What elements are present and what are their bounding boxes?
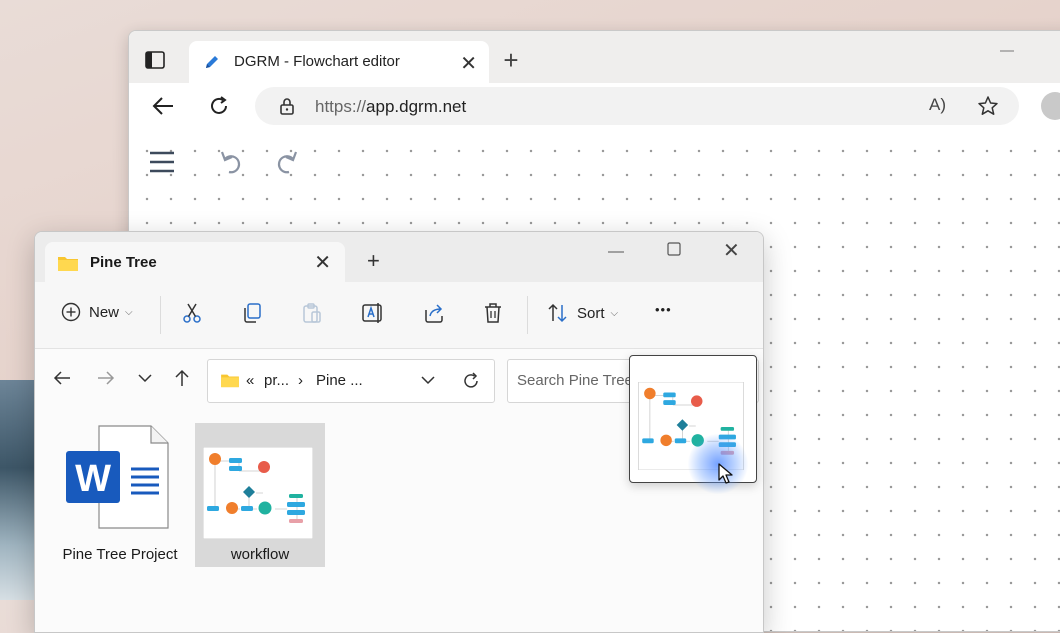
- lock-icon[interactable]: [279, 97, 295, 120]
- copy-button[interactable]: [241, 302, 263, 324]
- tab-actions-icon[interactable]: [145, 51, 167, 71]
- mouse-pointer-icon: [718, 463, 734, 490]
- recent-locations-chevron-icon[interactable]: [137, 369, 153, 392]
- close-window-button[interactable]: ✕: [723, 238, 740, 263]
- close-tab-button[interactable]: ✕: [314, 250, 331, 275]
- breadcrumb-separator: ›: [298, 372, 303, 389]
- share-icon: [425, 304, 443, 323]
- new-tab-button[interactable]: +: [367, 248, 380, 274]
- refresh-icon[interactable]: [461, 371, 481, 396]
- more-options-button[interactable]: •••: [655, 302, 672, 317]
- breadcrumb-segment-1[interactable]: pr...: [264, 372, 289, 389]
- sort-button[interactable]: Sort ⌵: [547, 302, 618, 324]
- breadcrumb[interactable]: « pr... › Pine ...: [207, 359, 495, 403]
- copy-icon: [244, 303, 261, 323]
- minimize-button[interactable]: [999, 41, 1015, 61]
- plus-circle-icon: [61, 302, 81, 322]
- browser-tab-dgrm[interactable]: DGRM - Flowchart editor ✕: [189, 41, 489, 83]
- favorite-star-icon[interactable]: [977, 95, 999, 122]
- breadcrumb-segment-2[interactable]: Pine ...: [316, 372, 363, 389]
- search-placeholder: Search Pine Tree: [517, 372, 633, 389]
- file-name: workflow: [230, 546, 290, 563]
- forward-arrow-icon[interactable]: [97, 369, 115, 392]
- browser-toolbar: https://app.dgrm.net A): [129, 83, 1060, 130]
- chevron-down-icon[interactable]: [420, 372, 436, 393]
- pencil-icon: [203, 53, 221, 76]
- hamburger-menu-icon[interactable]: [149, 151, 175, 178]
- chevron-down-icon: ⌵: [125, 306, 133, 318]
- scissors-icon: [183, 303, 201, 323]
- chevron-down-icon: ⌵: [610, 307, 619, 319]
- browser-tab-title: DGRM - Flowchart editor: [234, 53, 400, 70]
- new-button[interactable]: New ⌵: [61, 302, 133, 322]
- url-protocol: https://: [315, 97, 367, 116]
- profile-avatar[interactable]: [1041, 92, 1060, 120]
- svg-text:W: W: [75, 458, 111, 500]
- divider: [527, 296, 528, 334]
- image-thumbnail: [202, 446, 314, 544]
- url-text: https://app.dgrm.net: [315, 97, 466, 117]
- minimize-button[interactable]: [607, 242, 625, 262]
- rename-button[interactable]: [361, 302, 385, 324]
- explorer-titlebar: Pine Tree ✕ + ✕: [35, 232, 763, 282]
- read-aloud-icon[interactable]: A): [929, 95, 946, 115]
- up-arrow-icon[interactable]: [173, 369, 191, 392]
- maximize-button[interactable]: [667, 242, 681, 256]
- folder-icon: [220, 372, 240, 393]
- file-item-workflow[interactable]: workflow: [195, 423, 325, 567]
- divider: [160, 296, 161, 334]
- close-tab-button[interactable]: ✕: [460, 51, 477, 76]
- redo-icon[interactable]: [273, 149, 299, 180]
- share-button[interactable]: [423, 302, 445, 324]
- url-host: app.dgrm.net: [366, 97, 467, 116]
- file-item-word-document[interactable]: W Pine Tree Project: [55, 423, 185, 567]
- paste-icon: [303, 303, 321, 323]
- sort-button-label: Sort: [577, 304, 605, 322]
- command-bar: New ⌵ Sort ⌵ •••: [35, 282, 763, 349]
- file-name: Pine Tree Project: [62, 546, 178, 563]
- back-arrow-icon[interactable]: [151, 95, 175, 122]
- word-document-icon: W: [65, 425, 175, 534]
- paste-button[interactable]: [301, 302, 323, 324]
- breadcrumb-overflow[interactable]: «: [246, 372, 254, 389]
- undo-icon[interactable]: [219, 149, 245, 180]
- new-button-label: New: [89, 303, 120, 321]
- cut-button[interactable]: [181, 302, 203, 324]
- browser-tabstrip: DGRM - Flowchart editor ✕ +: [129, 31, 1060, 83]
- folder-icon: [57, 254, 79, 277]
- sort-icon: [548, 303, 567, 323]
- explorer-tab-pine-tree[interactable]: Pine Tree ✕: [45, 242, 345, 282]
- reload-icon[interactable]: [207, 94, 231, 123]
- delete-button[interactable]: [483, 302, 503, 324]
- explorer-tab-title: Pine Tree: [90, 254, 157, 271]
- address-bar[interactable]: https://app.dgrm.net A): [255, 87, 1019, 125]
- back-arrow-icon[interactable]: [53, 369, 71, 392]
- trash-icon: [485, 303, 501, 323]
- new-tab-button[interactable]: +: [499, 45, 523, 76]
- rename-icon: [362, 303, 382, 323]
